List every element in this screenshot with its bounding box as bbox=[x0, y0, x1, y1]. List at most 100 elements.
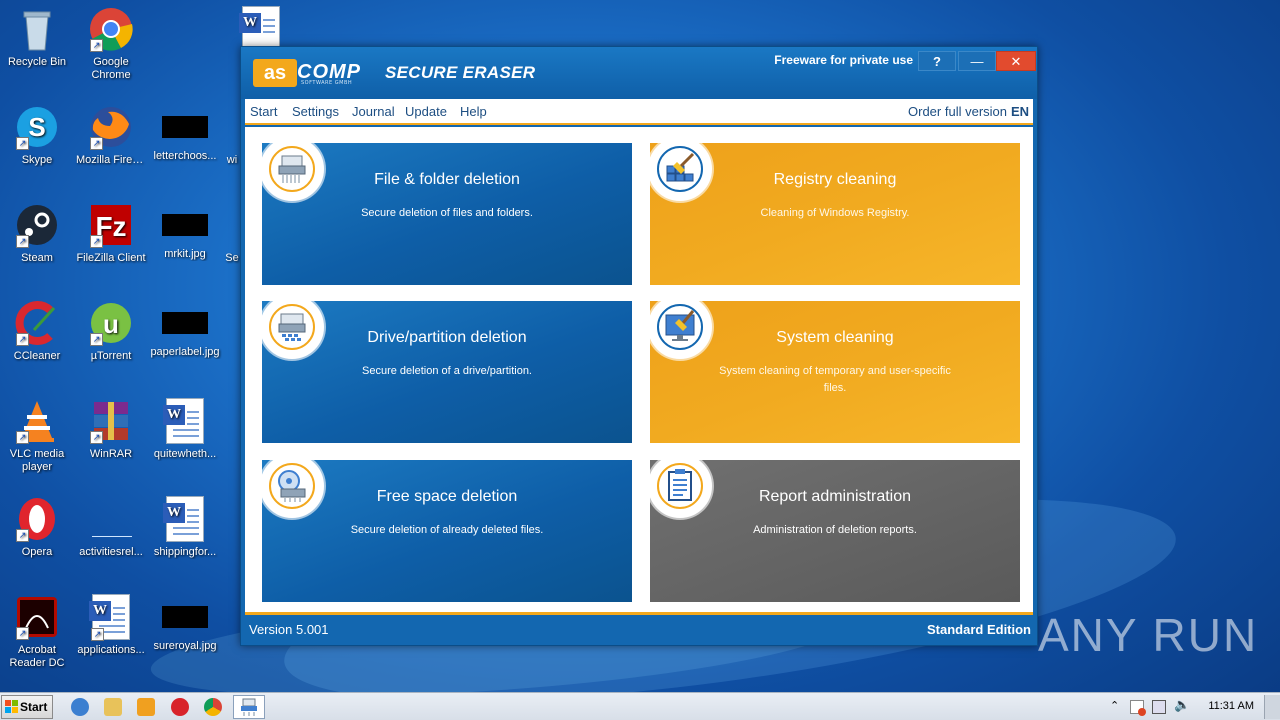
desktop-icon-activities[interactable]: activitiesrel... bbox=[74, 496, 148, 559]
tile-title: Free space deletion bbox=[376, 488, 518, 505]
svg-text:S: S bbox=[28, 112, 45, 142]
desktop-icon-winrar[interactable]: ↗ WinRAR bbox=[74, 398, 148, 461]
opera-taskbar-icon[interactable] bbox=[171, 698, 189, 716]
show-hidden-icons-icon[interactable]: ⌃ bbox=[1110, 699, 1119, 712]
tile-description: System cleaning of temporary and user-sp… bbox=[719, 365, 951, 394]
tile-description: Secure deletion of a drive/partition. bbox=[362, 365, 532, 377]
desktop-icon-applications[interactable]: W ↗ applications... bbox=[74, 594, 148, 657]
tile-title: Registry cleaning bbox=[773, 171, 897, 188]
image-thumbnail bbox=[162, 312, 208, 334]
shortcut-arrow-icon: ↗ bbox=[90, 333, 103, 346]
shortcut-arrow-icon: ↗ bbox=[91, 628, 104, 641]
menu-update[interactable]: Update bbox=[405, 104, 447, 119]
shredder-taskbar-icon bbox=[241, 698, 257, 716]
recycle-bin-icon bbox=[14, 6, 60, 52]
desktop-icon-acrobat[interactable]: ↗ Acrobat Reader DC bbox=[0, 594, 74, 670]
menu-start[interactable]: Start bbox=[250, 104, 277, 119]
tile-file-folder-deletion[interactable]: File & folder deletion Secure deletion o… bbox=[262, 143, 632, 285]
desktop-icon-label: activitiesrel... bbox=[79, 546, 143, 558]
desktop-icon-label: Opera bbox=[21, 546, 53, 558]
desktop-icon-vlc[interactable]: ↗ VLC media player bbox=[0, 398, 74, 474]
desktop-icon-letterchoos[interactable]: letterchoos... bbox=[148, 104, 222, 163]
show-desktop-button[interactable] bbox=[1264, 695, 1280, 719]
secure-eraser-taskbar-button[interactable] bbox=[233, 695, 265, 719]
tile-title: Report administration bbox=[758, 488, 912, 505]
desktop-icon-quitewheth[interactable]: W quitewheth... bbox=[148, 398, 222, 461]
desktop-icon-chrome[interactable]: ↗ Google Chrome bbox=[74, 6, 148, 82]
desktop-icon-label: shippingfor... bbox=[153, 546, 217, 558]
volume-icon[interactable]: 🔈 bbox=[1174, 698, 1190, 713]
tile-description: Cleaning of Windows Registry. bbox=[760, 207, 910, 219]
tile-drive-partition-deletion[interactable]: Drive/partition deletion Secure deletion… bbox=[262, 301, 632, 443]
desktop-icon-recycle-bin[interactable]: Recycle Bin bbox=[0, 6, 74, 69]
tile-registry-cleaning[interactable]: Registry cleaning Cleaning of Windows Re… bbox=[650, 143, 1020, 285]
shortcut-arrow-icon: ↗ bbox=[16, 333, 29, 346]
menu-help[interactable]: Help bbox=[460, 104, 487, 119]
network-icon[interactable] bbox=[1152, 700, 1166, 714]
language-selector[interactable]: EN bbox=[1011, 104, 1029, 119]
title-bar[interactable]: as COMP SOFTWARE GMBH SECURE ERASER Free… bbox=[241, 47, 1037, 99]
utorrent-icon: u ↗ bbox=[88, 300, 134, 346]
tile-system-cleaning[interactable]: System cleaning System cleaning of tempo… bbox=[650, 301, 1020, 443]
tile-report-administration[interactable]: Report administration Administration of … bbox=[650, 460, 1020, 602]
desktop-icon-mrkit[interactable]: mrkit.jpg bbox=[148, 202, 222, 261]
tile-description: Secure deletion of files and folders. bbox=[361, 207, 533, 219]
desktop-icon-ccleaner[interactable]: ↗ CCleaner bbox=[0, 300, 74, 363]
shortcut-arrow-icon: ↗ bbox=[16, 235, 29, 248]
taskbar: Start ⌃ 🔈 11:31 AM bbox=[0, 692, 1280, 720]
tile-free-space-deletion[interactable]: Free space deletion Secure deletion of a… bbox=[262, 460, 632, 602]
desktop-icon-label: µTorrent bbox=[90, 350, 132, 362]
start-button[interactable]: Start bbox=[1, 695, 53, 719]
order-full-version-link[interactable]: Order full version bbox=[908, 104, 1007, 119]
desktop-icon-label: mrkit.jpg bbox=[164, 248, 206, 260]
close-button[interactable]: ✕ bbox=[996, 51, 1036, 71]
word-document-icon: W ↗ bbox=[89, 594, 130, 641]
desktop-icon-label: Skype bbox=[21, 154, 53, 166]
logo-as: as bbox=[253, 59, 297, 87]
start-label: Start bbox=[20, 700, 48, 714]
chrome-taskbar-icon[interactable] bbox=[204, 698, 222, 716]
desktop-icon-opera[interactable]: ↗ Opera bbox=[0, 496, 74, 559]
desktop-icon-label: WinRAR bbox=[89, 448, 133, 460]
desktop-icon-sureroyal[interactable]: sureroyal.jpg bbox=[148, 594, 222, 653]
menu-journal[interactable]: Journal bbox=[352, 104, 395, 119]
clock[interactable]: 11:31 AM bbox=[1208, 700, 1254, 712]
windows-flag-icon bbox=[5, 700, 18, 713]
desktop-icon-wi[interactable]: wi bbox=[222, 104, 242, 167]
tile-title: Drive/partition deletion bbox=[367, 329, 527, 346]
desktop-icon-label: Se bbox=[225, 252, 239, 264]
file-explorer-taskbar-icon[interactable] bbox=[104, 698, 122, 716]
media-player-taskbar-icon[interactable] bbox=[137, 698, 155, 716]
help-button[interactable]: ? bbox=[918, 51, 956, 71]
desktop-icon-filezilla[interactable]: Fz ↗ FileZilla Client bbox=[74, 202, 148, 265]
freeware-notice: Freeware for private use bbox=[774, 53, 913, 67]
desktop-icon-label: paperlabel.jpg bbox=[150, 346, 220, 358]
desktop-icon-firefox[interactable]: ↗ Mozilla Firefox bbox=[74, 104, 148, 167]
image-thumbnail bbox=[162, 606, 208, 628]
desktop-icon-label: FileZilla Client bbox=[76, 252, 146, 264]
desktop-icon-label: CCleaner bbox=[13, 350, 61, 362]
desktop-icon-label: applications... bbox=[77, 644, 145, 656]
tile-title: System cleaning bbox=[776, 329, 894, 346]
logo-gmbh: SOFTWARE GMBH bbox=[301, 80, 353, 86]
shortcut-arrow-icon: ↗ bbox=[16, 431, 29, 444]
desktop-icon-utorrent[interactable]: u ↗ µTorrent bbox=[74, 300, 148, 363]
desktop-icon-shippingfor[interactable]: W shippingfor... bbox=[148, 496, 222, 559]
version-label: Version 5.001 bbox=[249, 622, 329, 637]
internet-explorer-taskbar-icon[interactable] bbox=[71, 698, 89, 716]
desktop-icon-label: quitewheth... bbox=[153, 448, 217, 460]
desktop-icon-paperlabel[interactable]: paperlabel.jpg bbox=[148, 300, 222, 359]
desktop-icon-skype[interactable]: S ↗ Skype bbox=[0, 104, 74, 167]
skype-icon: S ↗ bbox=[14, 104, 60, 150]
minimize-button[interactable]: — bbox=[958, 51, 996, 71]
filezilla-icon: Fz ↗ bbox=[88, 202, 134, 248]
desktop-icon-steam[interactable]: ↗ Steam bbox=[0, 202, 74, 265]
menu-settings[interactable]: Settings bbox=[292, 104, 339, 119]
anyrun-watermark: ANY RUN bbox=[1038, 609, 1259, 661]
desktop-icon-se[interactable]: Se bbox=[222, 202, 242, 265]
main-content: File & folder deletion Secure deletion o… bbox=[245, 127, 1033, 615]
action-center-icon[interactable] bbox=[1130, 700, 1146, 716]
tile-description: Secure deletion of already deleted files… bbox=[350, 524, 544, 536]
desktop-icon-label: Acrobat Reader DC bbox=[9, 644, 65, 669]
system-tray: ⌃ 🔈 11:31 AM bbox=[1100, 693, 1280, 720]
